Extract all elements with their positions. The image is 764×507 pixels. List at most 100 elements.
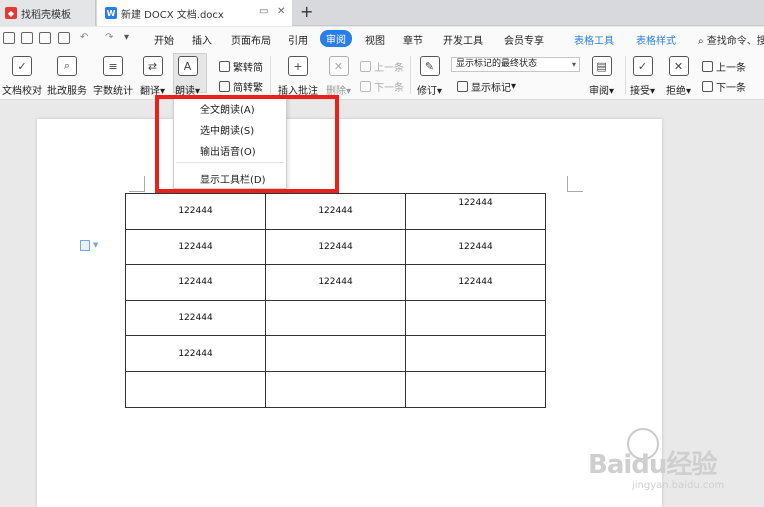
- reject-label: 拒绝▾: [666, 86, 692, 97]
- insert-comment-button[interactable]: + 插入批注: [278, 56, 318, 97]
- undo-icon[interactable]: ↶: [80, 32, 88, 43]
- watermark-url: jingyan.baidu.com: [632, 480, 725, 491]
- divider: [410, 56, 411, 94]
- table-row: [125, 370, 546, 408]
- paragraph-layout-icon[interactable]: [80, 240, 90, 251]
- table-row: 122444: [125, 299, 546, 337]
- next-change-button[interactable]: 下一条: [702, 79, 746, 94]
- redo-icon[interactable]: ↷: [105, 32, 113, 43]
- revise-service-button[interactable]: ⌕ 批改服务: [47, 56, 87, 97]
- markup-state-select[interactable]: 显示标记的最终状态 ▾: [451, 57, 580, 72]
- menu-member[interactable]: 会员专享: [504, 32, 544, 47]
- search-icon: ⌕: [698, 36, 704, 47]
- prev-change-icon: [702, 61, 713, 72]
- save-icon[interactable]: [3, 32, 15, 44]
- tab-template[interactable]: ◆ 找稻壳模板: [0, 0, 96, 26]
- table-cell[interactable]: [405, 335, 546, 372]
- margin-corner-left: [129, 176, 145, 192]
- menu-table-tools[interactable]: 表格工具: [574, 32, 614, 47]
- pin-icon[interactable]: ▭: [259, 6, 268, 17]
- revise-label: 修订▾: [417, 86, 443, 97]
- document-table[interactable]: 122444 122444 122444 122444 122444 12244…: [125, 193, 546, 408]
- new-tab-icon[interactable]: +: [300, 2, 313, 21]
- menu-bar: ↶ ↷ ▾ 开始 插入 页面布局 引用 审阅 视图 章节 开发工具 会员专享 表…: [0, 27, 764, 50]
- accept-button[interactable]: ✓ 接受▾: [630, 56, 655, 97]
- word-count-label: 字数统计: [93, 86, 133, 97]
- divider: [625, 56, 626, 94]
- watermark-brand: Baidu经验: [588, 450, 717, 480]
- table-cell[interactable]: [125, 370, 266, 408]
- table-row: 122444 122444 122444: [125, 193, 546, 230]
- comment-icon: +: [288, 56, 308, 76]
- translate-button[interactable]: ⇄ 翻译▾: [140, 56, 165, 97]
- revise-button[interactable]: ✎ 修订▾: [417, 56, 442, 97]
- table-cell[interactable]: [265, 299, 406, 337]
- reject-button[interactable]: ✕ 拒绝▾: [666, 56, 691, 97]
- table-cell[interactable]: 122444: [265, 228, 406, 266]
- trad-to-simp-button[interactable]: 繁转简: [219, 59, 263, 74]
- trad-to-simp-icon: [219, 61, 230, 72]
- print-icon[interactable]: [21, 32, 33, 44]
- menu-review[interactable]: 审阅: [320, 30, 352, 47]
- delete-comment-button[interactable]: ✕ 删除▾: [326, 56, 351, 97]
- prev-change-button[interactable]: 上一条: [702, 59, 746, 74]
- menu-page-layout[interactable]: 页面布局: [231, 32, 271, 47]
- table-cell[interactable]: [265, 370, 406, 408]
- margin-corner-right: [567, 176, 583, 192]
- review-pane-label: 审阅▾: [589, 86, 615, 97]
- table-cell[interactable]: 122444: [125, 299, 266, 337]
- table-cell[interactable]: [265, 335, 406, 372]
- next-comment-icon: [360, 81, 371, 92]
- menu-dev-tools[interactable]: 开发工具: [443, 32, 483, 47]
- accept-label: 接受▾: [630, 86, 656, 97]
- chevron-down-icon: ▾: [571, 60, 576, 69]
- docer-logo-icon: ◆: [5, 7, 17, 19]
- table-cell[interactable]: 122444: [405, 228, 546, 266]
- table-cell[interactable]: 122444: [125, 335, 266, 372]
- prev-comment-button[interactable]: 上一条: [360, 59, 404, 74]
- review-pane-icon: ▤: [591, 56, 612, 76]
- read-aloud-icon: A: [177, 56, 198, 76]
- tab-template-label: 找稻壳模板: [21, 9, 71, 21]
- search-command[interactable]: ⌕ 查找命令、搜: [698, 32, 764, 47]
- next-comment-button[interactable]: 下一条: [360, 79, 404, 94]
- table-cell[interactable]: [405, 299, 546, 337]
- simp-to-trad-button[interactable]: 简转繁: [219, 79, 263, 94]
- tab-document[interactable]: W 新建 DOCX 文档.docx ▭ ✕: [97, 0, 292, 26]
- table-cell[interactable]: 122444: [405, 193, 546, 230]
- table-cell[interactable]: 122444: [265, 193, 406, 230]
- revise-service-label: 批改服务: [47, 86, 87, 97]
- table-cell[interactable]: 122444: [405, 264, 546, 301]
- doc-check-label: 文档校对: [2, 86, 42, 97]
- preview-icon[interactable]: [39, 32, 51, 44]
- revise-icon: ✎: [419, 56, 440, 76]
- review-pane-button[interactable]: ▤ 审阅▾: [589, 56, 614, 97]
- menu-home[interactable]: 开始: [154, 32, 174, 47]
- table-cell[interactable]: 122444: [125, 264, 266, 301]
- word-count-icon: ≡: [103, 56, 123, 76]
- accept-icon: ✓: [632, 56, 653, 76]
- menu-view[interactable]: 视图: [365, 32, 385, 47]
- customize-arrow-icon[interactable]: ▾: [124, 32, 129, 43]
- table-cell[interactable]: 122444: [265, 264, 406, 301]
- table-row: 122444: [125, 335, 546, 372]
- doc-check-button[interactable]: ✓ 文档校对: [2, 56, 42, 97]
- print-preview-icon[interactable]: [58, 32, 70, 44]
- read-aloud-button[interactable]: A 朗读▾: [175, 56, 200, 97]
- table-cell[interactable]: 122444: [125, 228, 266, 266]
- delete-comment-icon: ✕: [328, 56, 349, 76]
- revise-service-icon: ⌕: [57, 56, 77, 76]
- menu-insert[interactable]: 插入: [192, 32, 212, 47]
- table-cell[interactable]: [405, 370, 546, 408]
- menu-table-style[interactable]: 表格样式: [636, 32, 676, 47]
- menu-references[interactable]: 引用: [288, 32, 308, 47]
- chevron-down-icon[interactable]: ▼: [93, 241, 98, 249]
- close-icon[interactable]: ✕: [277, 6, 285, 17]
- menu-chapter[interactable]: 章节: [403, 32, 423, 47]
- word-count-button[interactable]: ≡ 字数统计: [93, 56, 133, 97]
- simp-to-trad-icon: [219, 81, 230, 92]
- search-placeholder: 查找命令、搜: [706, 36, 764, 47]
- show-markup-button[interactable]: 显示标记 ▾: [457, 79, 516, 94]
- markup-state-value: 显示标记的最终状态: [456, 59, 538, 69]
- table-cell[interactable]: 122444: [125, 193, 266, 230]
